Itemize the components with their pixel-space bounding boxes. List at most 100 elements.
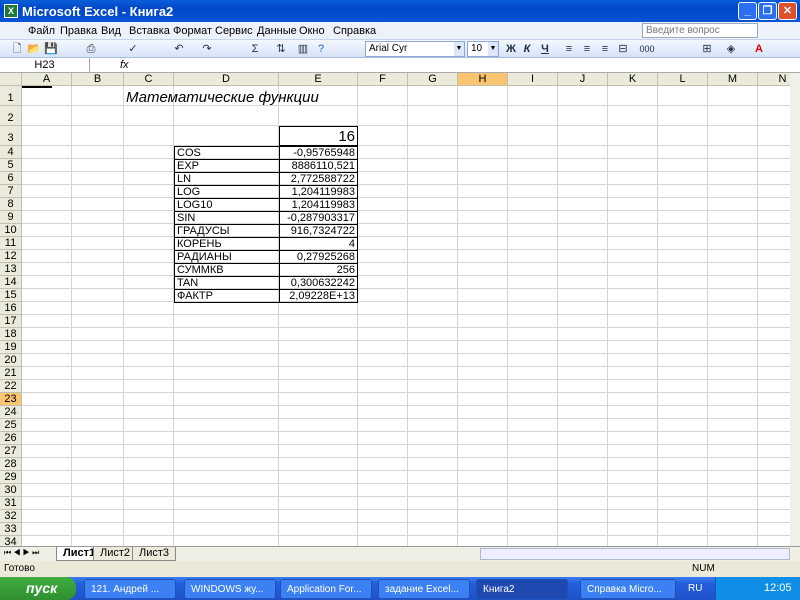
cell[interactable] <box>358 86 408 106</box>
cell[interactable] <box>558 380 608 393</box>
cell[interactable] <box>608 393 658 406</box>
column-header-N[interactable]: N <box>758 73 790 86</box>
cell[interactable] <box>72 354 124 367</box>
cell[interactable] <box>279 484 358 497</box>
cell[interactable] <box>124 146 174 159</box>
cell[interactable] <box>279 393 358 406</box>
function-name-cell[interactable]: COS <box>174 146 280 160</box>
cell[interactable] <box>124 289 174 302</box>
select-all-corner[interactable] <box>0 73 22 86</box>
horizontal-scrollbar[interactable] <box>480 548 790 560</box>
cell[interactable] <box>408 302 458 315</box>
cell[interactable] <box>358 185 408 198</box>
column-header-E[interactable]: E <box>279 73 358 86</box>
cell[interactable] <box>22 393 72 406</box>
cell[interactable] <box>124 198 174 211</box>
cell[interactable] <box>72 510 124 523</box>
cell[interactable] <box>358 237 408 250</box>
column-header-B[interactable]: B <box>72 73 124 86</box>
cell[interactable] <box>558 328 608 341</box>
row-header-8[interactable]: 8 <box>0 198 22 211</box>
cell[interactable] <box>708 419 758 432</box>
cell[interactable] <box>558 198 608 211</box>
cell[interactable] <box>124 159 174 172</box>
cell[interactable] <box>658 380 708 393</box>
cell[interactable] <box>408 159 458 172</box>
cell[interactable] <box>708 341 758 354</box>
taskbar-item[interactable]: Книга2 <box>476 579 568 599</box>
cell[interactable] <box>558 172 608 185</box>
cell[interactable] <box>658 315 708 328</box>
cell[interactable] <box>408 536 458 546</box>
cell[interactable] <box>608 523 658 536</box>
cell[interactable] <box>508 432 558 445</box>
cell[interactable] <box>508 185 558 198</box>
cell[interactable] <box>758 510 790 523</box>
row-header-10[interactable]: 10 <box>0 224 22 237</box>
cell[interactable] <box>72 172 124 185</box>
menu-2[interactable]: Вид <box>101 25 121 37</box>
align-center-icon[interactable]: ≡ <box>580 42 594 56</box>
cell[interactable] <box>658 198 708 211</box>
spellcheck-icon[interactable]: ✓ <box>126 42 140 56</box>
cell[interactable] <box>558 354 608 367</box>
row-header-28[interactable]: 28 <box>0 458 22 471</box>
cell[interactable] <box>22 211 72 224</box>
underline-button[interactable]: Ч <box>538 42 552 56</box>
row-header-4[interactable]: 4 <box>0 146 22 159</box>
function-value-cell[interactable]: 916,7324722 <box>279 224 358 238</box>
cell[interactable] <box>508 458 558 471</box>
cell[interactable] <box>358 276 408 289</box>
cell[interactable] <box>758 380 790 393</box>
cell[interactable] <box>458 432 508 445</box>
cell[interactable] <box>758 419 790 432</box>
cell[interactable] <box>72 185 124 198</box>
cell[interactable] <box>658 445 708 458</box>
cell[interactable] <box>708 250 758 263</box>
cell[interactable] <box>124 126 174 146</box>
cell[interactable] <box>358 523 408 536</box>
cell[interactable] <box>708 198 758 211</box>
cell[interactable] <box>458 211 508 224</box>
row-header-11[interactable]: 11 <box>0 237 22 250</box>
cell[interactable] <box>279 536 358 546</box>
cell[interactable] <box>658 106 708 126</box>
cell[interactable] <box>358 289 408 302</box>
cell[interactable] <box>408 458 458 471</box>
cell[interactable] <box>458 419 508 432</box>
ask-question-input[interactable]: Введите вопрос <box>642 23 758 38</box>
cell[interactable] <box>558 126 608 146</box>
cell[interactable] <box>408 289 458 302</box>
cell[interactable] <box>758 172 790 185</box>
cell[interactable] <box>358 484 408 497</box>
cell[interactable] <box>408 328 458 341</box>
cell[interactable] <box>708 510 758 523</box>
cell[interactable] <box>72 198 124 211</box>
borders-icon[interactable]: ⊞ <box>700 42 714 56</box>
cell[interactable] <box>608 106 658 126</box>
function-value-cell[interactable]: 0,27925268 <box>279 250 358 264</box>
print-icon[interactable]: ⎙ <box>84 42 98 56</box>
cell[interactable] <box>658 126 708 146</box>
cell[interactable] <box>658 536 708 546</box>
cell[interactable] <box>72 536 124 546</box>
cell[interactable] <box>708 458 758 471</box>
cell[interactable] <box>658 406 708 419</box>
cell[interactable] <box>708 393 758 406</box>
cell[interactable] <box>22 523 72 536</box>
cell[interactable] <box>558 393 608 406</box>
cell[interactable] <box>72 445 124 458</box>
cell[interactable] <box>72 367 124 380</box>
cell[interactable] <box>658 432 708 445</box>
cell[interactable] <box>758 159 790 172</box>
cell[interactable] <box>22 172 72 185</box>
cell[interactable] <box>72 263 124 276</box>
cell[interactable] <box>72 406 124 419</box>
cell[interactable] <box>608 445 658 458</box>
cell[interactable] <box>124 510 174 523</box>
cell[interactable] <box>658 250 708 263</box>
row-header-17[interactable]: 17 <box>0 315 22 328</box>
cell[interactable] <box>22 536 72 546</box>
cell[interactable] <box>408 263 458 276</box>
cell[interactable] <box>22 419 72 432</box>
